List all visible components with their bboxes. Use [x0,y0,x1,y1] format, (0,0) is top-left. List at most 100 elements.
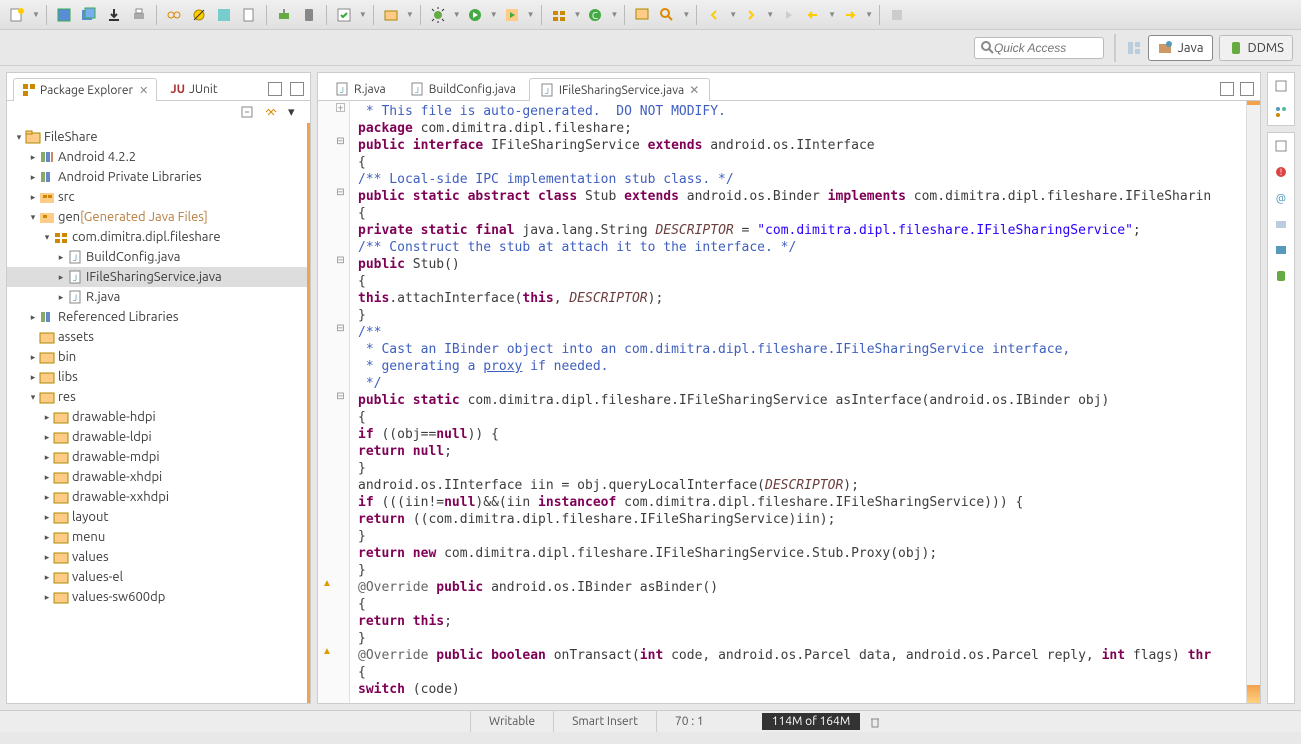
open-perspective-icon[interactable] [1126,40,1142,56]
save-all-icon[interactable] [78,4,100,26]
tree-libs[interactable]: ▸libs [7,367,307,387]
tree-ifile[interactable]: ▸JIFileSharingService.java [7,267,307,287]
link-editor-icon[interactable] [264,105,278,119]
skip-breakpoints-icon[interactable] [188,4,210,26]
right-dock: ! @ [1267,72,1295,704]
new-package-icon[interactable] [548,4,570,26]
tree-rjava[interactable]: ▸JR.java [7,287,307,307]
tree-dldpi[interactable]: ▸drawable-ldpi [7,427,307,447]
view-menu-icon[interactable]: ▾ [288,105,302,119]
svg-text:@: @ [1276,193,1286,205]
nav-next-icon[interactable] [740,4,762,26]
search-icon[interactable] [656,4,678,26]
warning-icon[interactable]: ▲ [322,579,331,588]
tree-dxhdpi[interactable]: ▸drawable-xhdpi [7,467,307,487]
tree-values-el[interactable]: ▸values-el [7,567,307,587]
editor-tab-r[interactable]: J R.java [324,77,397,100]
tree-res[interactable]: ▾res [7,387,307,407]
status-writable: Writable [470,711,553,732]
download-icon[interactable] [103,4,125,26]
save-icon[interactable] [53,4,75,26]
sdk-icon[interactable] [273,4,295,26]
avd-icon[interactable] [298,4,320,26]
minimize-icon[interactable] [268,82,282,96]
tree-layout[interactable]: ▸layout [7,507,307,527]
run-icon[interactable] [464,4,486,26]
editor-tab-ifile[interactable]: J IFileSharingService.java ✕ [529,78,710,101]
build-icon[interactable] [213,4,235,26]
editor-gutter[interactable]: + ⊟ ⊟ ⊟ ⊟ ⊟ ▲ ▲ [318,101,350,703]
tree-package[interactable]: ▾com.dimitra.dipl.fileshare [7,227,307,247]
problems-icon[interactable]: ! [1274,165,1288,179]
tree-dxxhdpi[interactable]: ▸drawable-xxhdpi [7,487,307,507]
tree-assets[interactable]: ▸assets [7,327,307,347]
new-file-icon[interactable] [238,4,260,26]
tree-dmdpi[interactable]: ▸drawable-mdpi [7,447,307,467]
link-icon[interactable] [163,4,185,26]
fold-collapse-icon[interactable]: ⊟ [336,392,345,401]
editor-maximize-icon[interactable] [1240,82,1254,96]
open-type-icon[interactable] [631,4,653,26]
editor-tab-close-icon[interactable]: ✕ [689,83,699,97]
tab-junit-label: JUnit [189,83,218,96]
collapse-all-icon[interactable] [240,105,254,119]
back-icon[interactable] [802,4,824,26]
editor-tab-bc[interactable]: J BuildConfig.java [399,77,527,100]
tree-menu[interactable]: ▸menu [7,527,307,547]
quick-access-input[interactable] [994,41,1098,55]
perspective-java[interactable]: Java [1148,35,1212,61]
project-tree[interactable]: ▾FileShare ▸Android 4.2.2 ▸Android Priva… [7,123,310,703]
tree-android[interactable]: ▸Android 4.2.2 [7,147,307,167]
svg-text:J: J [545,87,549,96]
last-edit-icon[interactable] [777,4,799,26]
outline-icon[interactable] [1274,105,1288,119]
new-icon[interactable] [6,4,28,26]
declaration-icon[interactable] [1274,217,1288,231]
new-class-icon[interactable]: C [584,4,606,26]
svg-text:J: J [73,273,77,283]
restore-icon[interactable] [1274,79,1288,93]
overview-ruler[interactable] [1246,101,1260,703]
javadoc-icon[interactable]: @ [1274,191,1288,205]
fold-collapse-icon[interactable]: ⊟ [336,256,345,265]
tree-gen[interactable]: ▾gen [Generated Java Files] [7,207,307,227]
tab-package-explorer[interactable]: Package Explorer ✕ [13,78,157,101]
tree-project[interactable]: ▾FileShare [7,127,307,147]
tree-bin[interactable]: ▸bin [7,347,307,367]
tab-junit[interactable]: JU JUnit [161,78,226,100]
quick-access-field[interactable] [974,37,1104,59]
tree-dhdpi[interactable]: ▸drawable-hdpi [7,407,307,427]
logcat-icon[interactable] [1274,269,1288,283]
pin-icon[interactable] [886,4,908,26]
editor-minimize-icon[interactable] [1220,82,1234,96]
editor-pane: J R.java J BuildConfig.java J IFileShari… [317,72,1261,704]
warning-icon[interactable]: ▲ [322,647,331,656]
print-icon[interactable] [128,4,150,26]
tree-values[interactable]: ▸values [7,547,307,567]
tree-src[interactable]: ▸src [7,187,307,207]
fold-collapse-icon[interactable]: ⊟ [336,137,345,146]
fold-expand-icon[interactable]: + [336,103,345,112]
tree-values-sw[interactable]: ▸values-sw600dp [7,587,307,607]
fold-collapse-icon[interactable]: ⊟ [336,324,345,333]
nav-prev-icon[interactable] [703,4,725,26]
editor-body[interactable]: + ⊟ ⊟ ⊟ ⊟ ⊟ ▲ ▲ * This file is auto-gene… [318,101,1260,703]
console-icon[interactable] [1274,243,1288,257]
debug-icon[interactable] [427,4,449,26]
heap-status[interactable]: 114M of 164M [762,713,861,730]
maximize-icon[interactable] [290,82,304,96]
run-last-icon[interactable] [501,4,523,26]
restore-icon[interactable] [1274,139,1288,153]
forward-icon[interactable] [839,4,861,26]
tab-close-icon[interactable]: ✕ [139,84,148,97]
new-project-icon[interactable] [380,4,402,26]
status-insert: Smart Insert [553,711,656,732]
tree-priv-lib[interactable]: ▸Android Private Libraries [7,167,307,187]
perspective-ddms[interactable]: DDMS [1219,35,1293,61]
fold-collapse-icon[interactable]: ⊟ [336,188,345,197]
gc-icon[interactable] [868,715,882,729]
tree-buildconfig[interactable]: ▸JBuildConfig.java [7,247,307,267]
lint-icon[interactable] [333,4,355,26]
code-content[interactable]: * This file is auto-generated. DO NOT MO… [354,101,1240,703]
tree-reflib[interactable]: ▸Referenced Libraries [7,307,307,327]
